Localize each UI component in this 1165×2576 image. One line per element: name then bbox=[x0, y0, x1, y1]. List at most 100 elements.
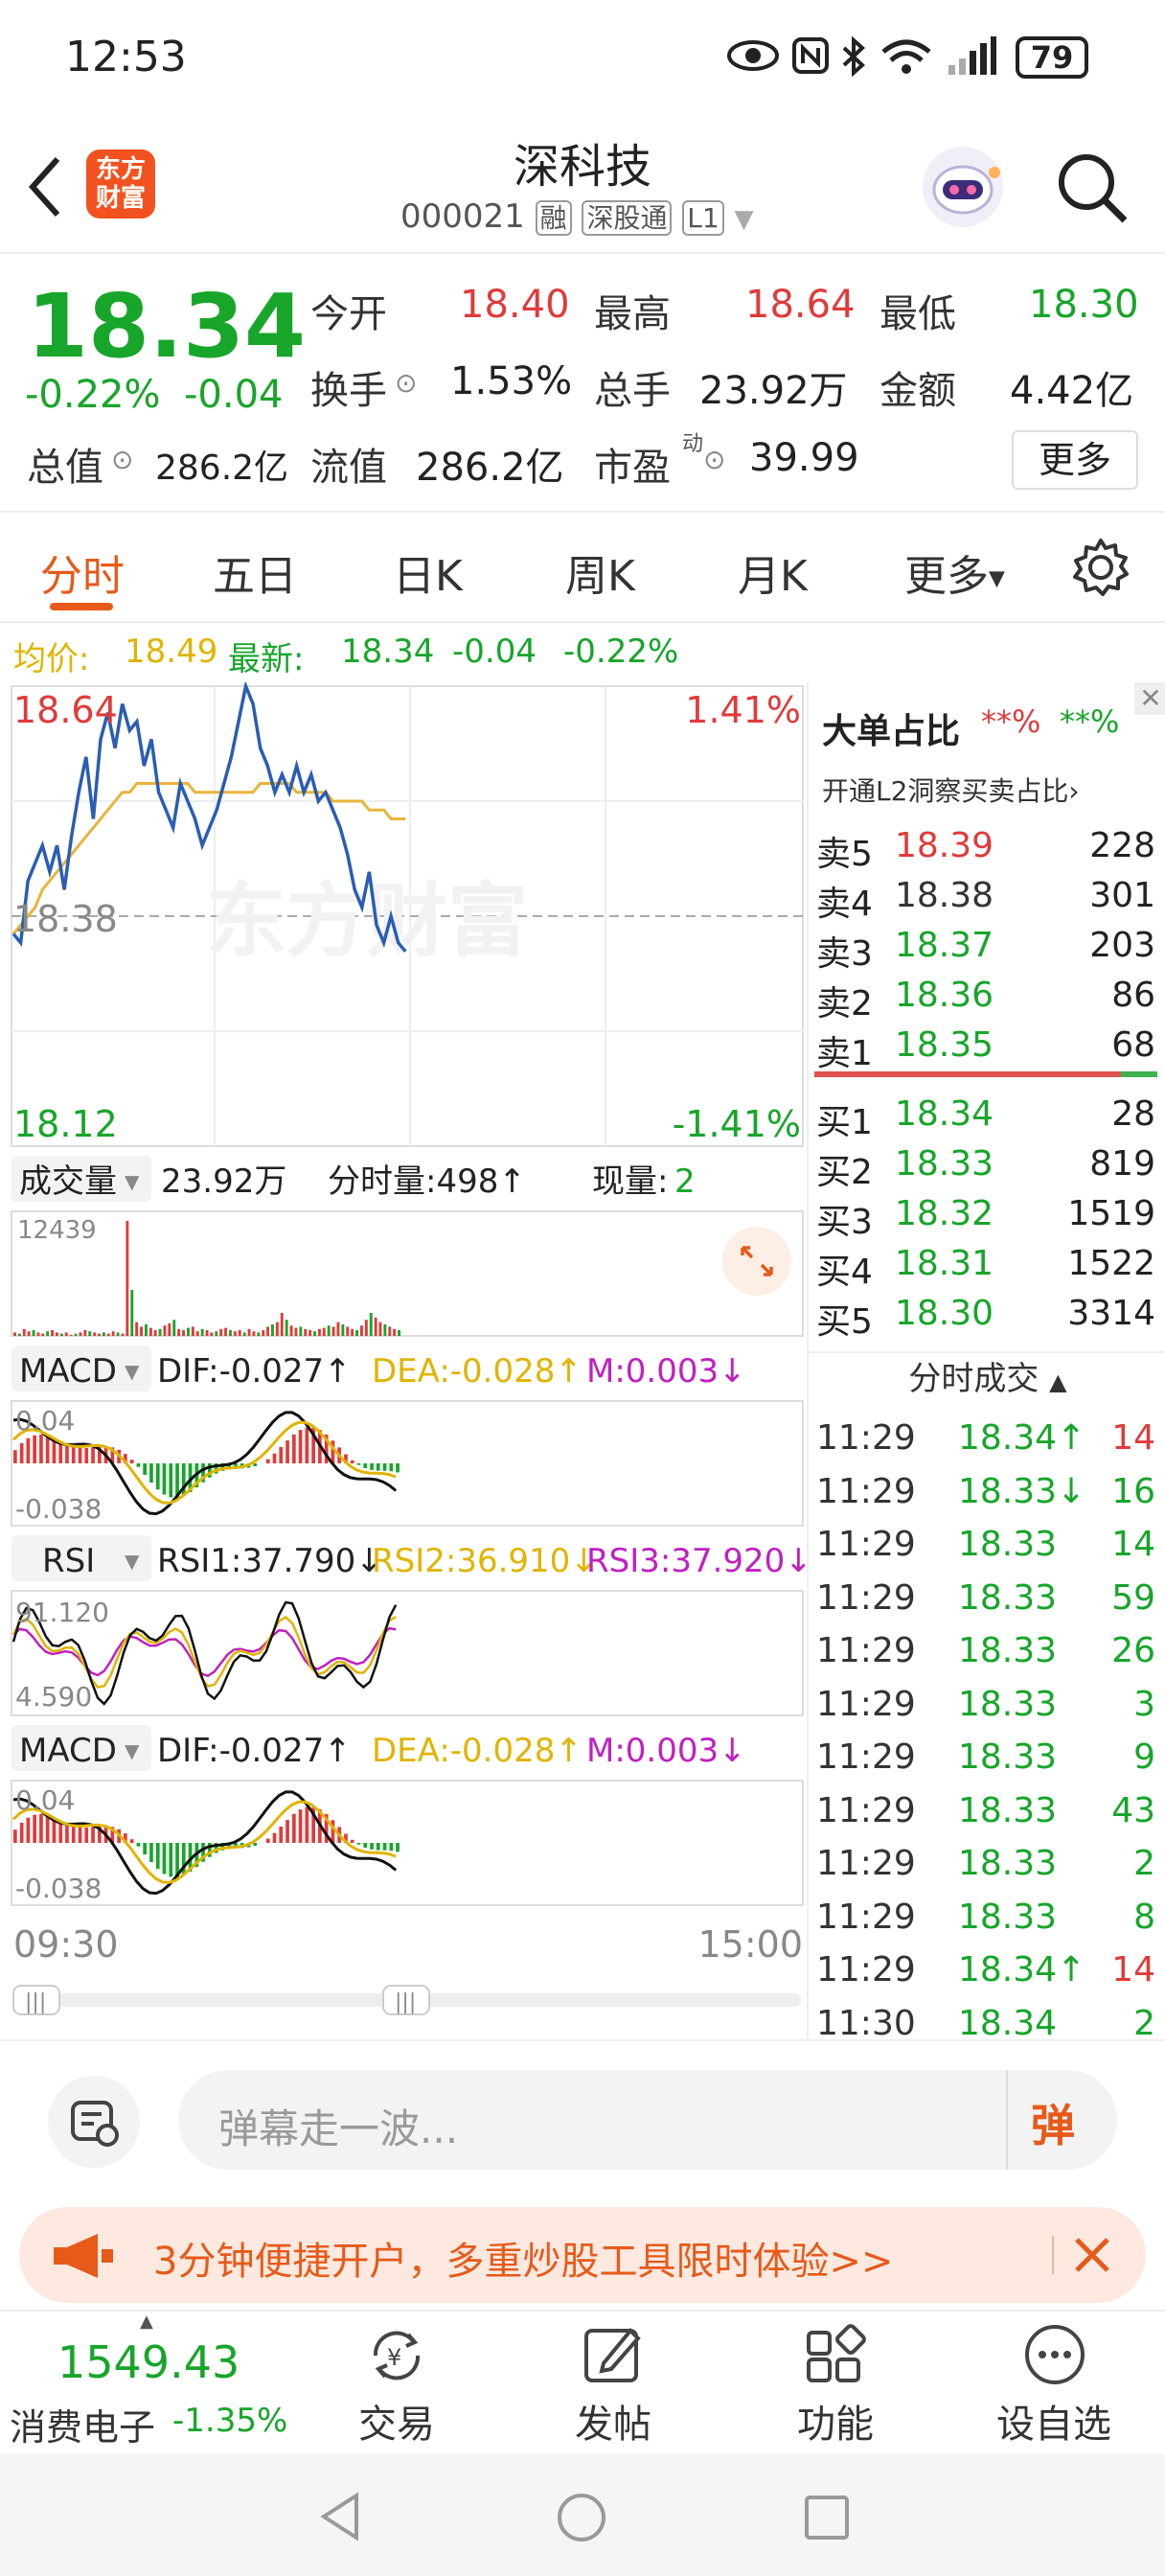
trades-title[interactable]: 分时成交 ▲ bbox=[809, 1351, 1165, 1407]
macd2-top: 0.04 bbox=[15, 1784, 75, 1816]
latest-change-pct: -0.22% bbox=[563, 632, 679, 671]
volume-bar bbox=[17, 1333, 21, 1336]
ask-row[interactable]: 卖2 18.36 86 bbox=[816, 976, 1161, 1025]
volume-bar bbox=[308, 1330, 312, 1336]
index-value: 1549.43 bbox=[57, 2336, 240, 2388]
macd-bar bbox=[26, 1817, 31, 1843]
trade-time: 11:29 bbox=[816, 1418, 916, 1458]
bid-volume: 3314 bbox=[1067, 1294, 1155, 1333]
current-volume: 2 bbox=[674, 1162, 696, 1201]
info-icon[interactable]: ⊙ bbox=[395, 367, 417, 399]
promo-text: 3分钟便捷开户，多重炒股工具限时体验>> bbox=[153, 2240, 894, 2284]
volume-bar bbox=[56, 1332, 58, 1336]
close-icon[interactable]: ✕ bbox=[1134, 682, 1165, 715]
bid-level: 买4 bbox=[816, 1253, 873, 1292]
macd-bar bbox=[292, 1813, 296, 1843]
tab-daily-k[interactable]: 日K bbox=[393, 541, 463, 603]
volume-bar bbox=[262, 1330, 265, 1336]
info-icon[interactable]: ⊙ bbox=[703, 444, 725, 475]
volume-bar bbox=[46, 1331, 50, 1336]
danmu-settings-button[interactable] bbox=[48, 2076, 140, 2168]
volume-bar bbox=[79, 1332, 82, 1336]
trade-row: 11:29 18.33 8 bbox=[816, 1898, 1161, 1950]
tab-more[interactable]: 更多▼ bbox=[904, 541, 1005, 603]
amount-value: 4.42亿 bbox=[1010, 369, 1134, 413]
ask-row[interactable]: 卖4 18.38 301 bbox=[816, 876, 1161, 926]
volume-bar bbox=[229, 1330, 232, 1336]
more-button[interactable]: 更多 bbox=[1012, 430, 1138, 490]
caret-down-icon: ▼ bbox=[125, 1550, 140, 1573]
macd-bar bbox=[19, 1443, 24, 1463]
danmu-input[interactable]: 弹幕走一波... 弹 bbox=[178, 2070, 1117, 2170]
macd-bar bbox=[363, 1843, 368, 1848]
home-circle-icon[interactable] bbox=[556, 2492, 607, 2543]
volume-bar bbox=[172, 1320, 176, 1336]
tab-monthly-k[interactable]: 月K bbox=[738, 541, 808, 603]
tab-weekly-k[interactable]: 周K bbox=[565, 541, 635, 603]
recents-square-icon[interactable] bbox=[803, 2494, 851, 2542]
trade-row: 11:29 18.33 26 bbox=[816, 1631, 1161, 1684]
close-icon[interactable] bbox=[1071, 2234, 1113, 2276]
bid-level: 买5 bbox=[816, 1302, 873, 1342]
nav-post[interactable]: 发帖 bbox=[537, 2312, 690, 2455]
robot-assistant-icon[interactable] bbox=[920, 144, 1006, 230]
volume-bar bbox=[322, 1327, 326, 1336]
bid-row[interactable]: 买5 18.30 3314 bbox=[816, 1294, 1161, 1344]
index-ticker[interactable]: ▲ 1549.43 消费电子 -1.35% bbox=[0, 2312, 307, 2455]
rsi1-value: RSI1:37.790↓ bbox=[157, 1542, 383, 1580]
chevron-down-icon[interactable]: ▼ bbox=[735, 205, 754, 234]
macd-bar bbox=[162, 1843, 167, 1874]
trade-volume: 8 bbox=[1133, 1897, 1155, 1937]
ask-row[interactable]: 卖5 18.39 228 bbox=[816, 826, 1161, 876]
trade-volume: 16 bbox=[1111, 1471, 1155, 1511]
ask-row[interactable]: 卖3 18.37 203 bbox=[816, 926, 1161, 976]
volume-bar bbox=[64, 1332, 68, 1336]
caret-down-icon: ▼ bbox=[125, 1739, 140, 1762]
l2-upgrade-link[interactable]: 开通L2洞察买卖占比› bbox=[822, 770, 1080, 809]
volume-bar bbox=[304, 1328, 308, 1336]
macd-bar bbox=[286, 1440, 289, 1463]
macd-bar bbox=[350, 1460, 354, 1463]
tab-five-day[interactable]: 五日 bbox=[213, 541, 297, 603]
danmu-settings-icon bbox=[71, 2101, 119, 2147]
volume-bar bbox=[393, 1328, 397, 1336]
expand-button[interactable] bbox=[722, 1227, 791, 1296]
pe-label: 市盈 bbox=[594, 446, 671, 490]
bid-row[interactable]: 买4 18.31 1522 bbox=[816, 1244, 1161, 1294]
bluetooth-icon bbox=[842, 36, 865, 77]
trade-price: 18.33 bbox=[958, 1525, 1058, 1564]
nav-add-watchlist[interactable]: 设自选 bbox=[977, 2312, 1131, 2455]
bid-row[interactable]: 买3 18.32 1519 bbox=[816, 1194, 1161, 1244]
ask-row[interactable]: 卖1 18.35 68 bbox=[816, 1025, 1161, 1075]
caret-down-icon: ▼ bbox=[989, 566, 1005, 591]
latest-change: -0.04 bbox=[452, 632, 537, 671]
danmu-send-button[interactable]: 弹 bbox=[1031, 2091, 1075, 2154]
bid-row[interactable]: 买1 18.34 28 bbox=[816, 1094, 1161, 1144]
macd-bar bbox=[356, 1843, 361, 1845]
bid-row[interactable]: 买2 18.33 819 bbox=[816, 1144, 1161, 1194]
info-icon[interactable]: ⊙ bbox=[111, 444, 133, 475]
ask-level: 卖5 bbox=[816, 835, 873, 874]
pct-axis-top: 1.41% bbox=[685, 689, 801, 731]
battery-level: 79 bbox=[1030, 39, 1074, 76]
ask-level: 卖2 bbox=[816, 984, 873, 1024]
volume-bar bbox=[22, 1328, 26, 1336]
macd-bar bbox=[162, 1463, 167, 1495]
macd-bar bbox=[389, 1463, 394, 1472]
nav-trade[interactable]: ¥ 交易 bbox=[320, 2312, 473, 2455]
back-triangle-icon[interactable] bbox=[318, 2492, 362, 2542]
pct-axis-bottom: -1.41% bbox=[673, 1103, 801, 1145]
index-change: -1.35% bbox=[172, 2402, 288, 2440]
volume-bar bbox=[200, 1328, 204, 1336]
trade-time: 11:29 bbox=[816, 1471, 916, 1511]
search-icon[interactable] bbox=[1054, 150, 1131, 226]
nav-functions[interactable]: 功能 bbox=[759, 2312, 912, 2455]
promo-banner[interactable]: 3分钟便捷开户，多重炒股工具限时体验>> bbox=[19, 2207, 1146, 2303]
macd-bar bbox=[279, 1447, 284, 1463]
tab-intraday[interactable]: 分时 bbox=[40, 541, 125, 603]
volume-bar bbox=[351, 1328, 354, 1336]
macd-dea: DEA:-0.028↑ bbox=[372, 1352, 582, 1391]
settings-gear-icon[interactable] bbox=[1071, 538, 1131, 597]
volume-bar bbox=[280, 1313, 284, 1336]
volume-bar bbox=[59, 1333, 63, 1336]
